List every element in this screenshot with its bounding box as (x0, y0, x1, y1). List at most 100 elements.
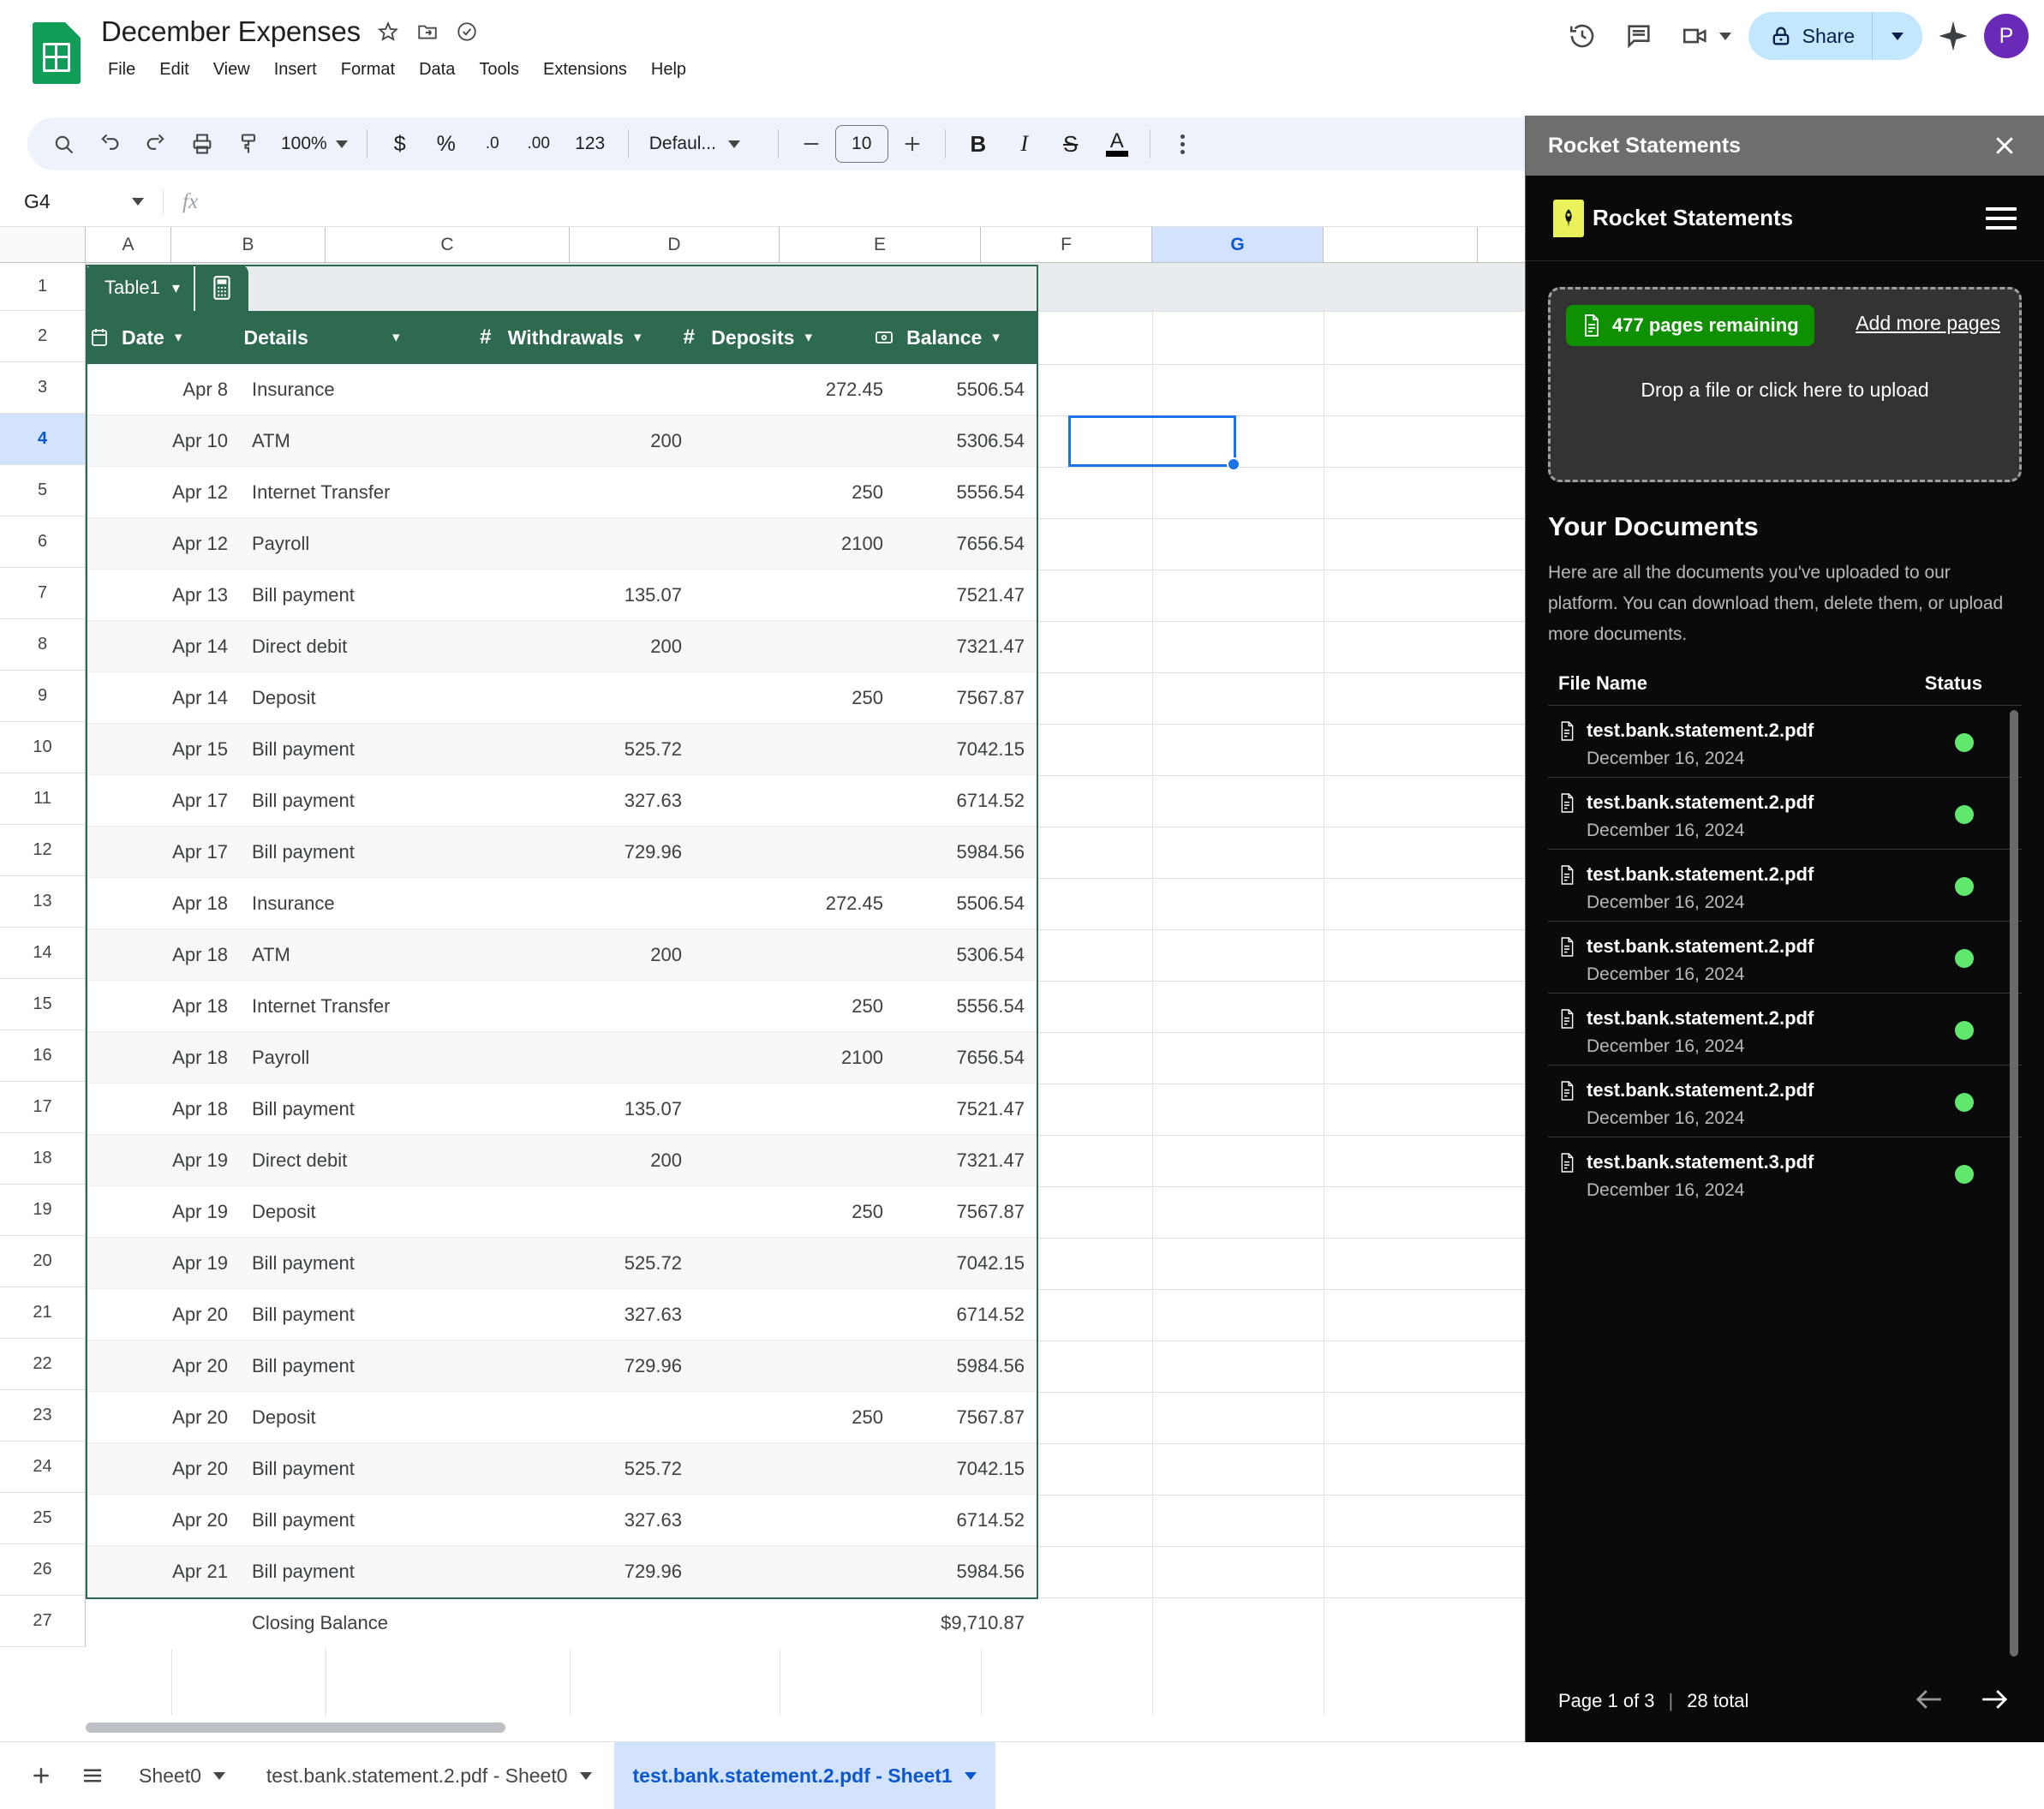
upload-dropzone[interactable]: 477 pages remaining Add more pages Drop … (1548, 287, 2022, 482)
chevron-down-icon[interactable] (965, 1772, 977, 1780)
menu-extensions[interactable]: Extensions (531, 57, 639, 83)
next-page-icon[interactable] (1979, 1688, 2008, 1715)
cell-date[interactable]: Apr 18 (86, 929, 240, 980)
row-header-14[interactable]: 14 (0, 928, 86, 979)
cell-date[interactable]: Apr 21 (86, 1546, 240, 1597)
cell-deposits[interactable] (694, 621, 895, 672)
italic-button[interactable]: I (1002, 123, 1047, 164)
cell-date[interactable]: Apr 10 (86, 415, 240, 466)
row-header-11[interactable]: 11 (0, 773, 86, 825)
cell-details[interactable]: Bill payment (240, 724, 484, 774)
cell-balance[interactable]: 7567.87 (895, 672, 1037, 723)
cell-withdrawals[interactable]: 525.72 (484, 1238, 694, 1288)
cell-date[interactable]: Apr 20 (86, 1289, 240, 1340)
cell-date[interactable]: Apr 18 (86, 878, 240, 928)
font-family-select[interactable]: Defaul... (639, 134, 768, 154)
cell-date[interactable]: Apr 20 (86, 1495, 240, 1545)
table-row[interactable]: Apr 20Deposit2507567.87 (86, 1392, 1037, 1443)
strikethrough-button[interactable]: S (1049, 123, 1093, 164)
cell-details[interactable]: Direct debit (240, 621, 484, 672)
table-col-withdrawals[interactable]: # Withdrawals ▾ (472, 311, 676, 364)
cell-details[interactable]: Bill payment (240, 1289, 484, 1340)
cell-details[interactable]: ATM (240, 415, 484, 466)
cell-details[interactable]: Payroll (240, 1032, 484, 1083)
cell-details[interactable]: Insurance (240, 364, 484, 415)
cell-balance[interactable]: 5506.54 (895, 364, 1037, 415)
table-row[interactable]: Apr 18ATM2005306.54 (86, 929, 1037, 981)
decrease-decimal-button[interactable]: .0 (470, 123, 515, 164)
cell-withdrawals[interactable]: 729.96 (484, 827, 694, 877)
cell-withdrawals[interactable]: 135.07 (484, 570, 694, 620)
cell-details[interactable]: Bill payment (240, 827, 484, 877)
column-header-b[interactable]: B (171, 227, 326, 262)
cell-date[interactable]: Apr 18 (86, 1084, 240, 1134)
menu-view[interactable]: View (201, 57, 262, 83)
row-header-27[interactable]: 27 (0, 1596, 86, 1647)
cell-balance[interactable]: 5556.54 (895, 981, 1037, 1031)
add-sheet-icon[interactable] (17, 1752, 65, 1800)
chevron-down-icon[interactable] (580, 1772, 592, 1780)
font-size-input[interactable]: 10 (835, 125, 888, 163)
cell-deposits[interactable]: 2100 (694, 1032, 895, 1083)
table-col-details[interactable]: Details ▾ (236, 311, 472, 364)
cell-balance[interactable]: 5306.54 (895, 929, 1037, 980)
cell-withdrawals[interactable]: 135.07 (484, 1084, 694, 1134)
row-header-10[interactable]: 10 (0, 722, 86, 773)
cell-deposits[interactable]: 2100 (694, 518, 895, 569)
chevron-down-icon[interactable] (213, 1772, 225, 1780)
cell-withdrawals[interactable]: 327.63 (484, 1289, 694, 1340)
cell-balance[interactable]: 7042.15 (895, 724, 1037, 774)
version-history-icon[interactable] (1560, 14, 1605, 58)
cell-date[interactable]: Apr 17 (86, 775, 240, 826)
file-list-item[interactable]: test.bank.statement.3.pdfDecember 16, 20… (1548, 1137, 2022, 1209)
row-header-17[interactable]: 17 (0, 1082, 86, 1133)
table-row[interactable]: Apr 10ATM2005306.54 (86, 415, 1037, 467)
row-header-5[interactable]: 5 (0, 465, 86, 516)
cell-deposits[interactable] (694, 929, 895, 980)
all-sheets-icon[interactable] (69, 1752, 117, 1800)
cell-details[interactable]: Deposit (240, 1186, 484, 1237)
cell-details[interactable]: Bill payment (240, 570, 484, 620)
cell-deposits[interactable] (694, 1289, 895, 1340)
menu-format[interactable]: Format (329, 57, 407, 83)
cell-balance[interactable]: 5984.56 (895, 1546, 1037, 1597)
cell-balance[interactable]: 5306.54 (895, 415, 1037, 466)
cell-details[interactable]: Bill payment (240, 1443, 484, 1494)
cell-date[interactable]: Apr 19 (86, 1186, 240, 1237)
meet-call-button[interactable] (1673, 14, 1731, 58)
cell-deposits[interactable]: 250 (694, 672, 895, 723)
table-col-date[interactable]: Date ▾ (86, 311, 236, 364)
table-row[interactable]: Apr 17Bill payment729.965984.56 (86, 827, 1037, 878)
row-header-22[interactable]: 22 (0, 1339, 86, 1390)
cell-withdrawals[interactable]: 525.72 (484, 724, 694, 774)
menu-tools[interactable]: Tools (467, 57, 531, 83)
cell-balance[interactable]: 6714.52 (895, 1289, 1037, 1340)
print-icon[interactable] (180, 123, 224, 164)
cell-deposits[interactable] (694, 1546, 895, 1597)
cell-withdrawals[interactable] (484, 672, 694, 723)
cell-date[interactable]: Apr 17 (86, 827, 240, 877)
chevron-down-icon[interactable] (132, 198, 144, 206)
decrease-font-size-button[interactable] (789, 123, 834, 164)
cell-details[interactable]: Internet Transfer (240, 467, 484, 517)
sheet-tab-sheet0[interactable]: Sheet0 (120, 1742, 244, 1809)
cell-deposits[interactable]: 250 (694, 1392, 895, 1442)
file-list-item[interactable]: test.bank.statement.2.pdfDecember 16, 20… (1548, 777, 2022, 849)
cell-balance[interactable]: $9,710.87 (895, 1597, 1037, 1649)
cell-deposits[interactable]: 272.45 (694, 878, 895, 928)
redo-icon[interactable] (134, 123, 178, 164)
column-header-f[interactable]: F (981, 227, 1152, 262)
cell-deposits[interactable] (694, 415, 895, 466)
cell-deposits[interactable]: 250 (694, 981, 895, 1031)
cell-deposits[interactable]: 272.45 (694, 364, 895, 415)
menu-edit[interactable]: Edit (147, 57, 200, 83)
number-format-button[interactable]: 123 (563, 123, 618, 164)
cell-balance[interactable]: 7321.47 (895, 1135, 1037, 1185)
row-header-19[interactable]: 19 (0, 1185, 86, 1236)
column-header-g[interactable]: G (1152, 227, 1324, 262)
horizontal-scrollbar-thumb[interactable] (86, 1722, 505, 1733)
selected-cell-g4[interactable] (1068, 415, 1236, 467)
cell-withdrawals[interactable]: 327.63 (484, 775, 694, 826)
cell-details[interactable]: Bill payment (240, 1084, 484, 1134)
row-header-9[interactable]: 9 (0, 671, 86, 722)
